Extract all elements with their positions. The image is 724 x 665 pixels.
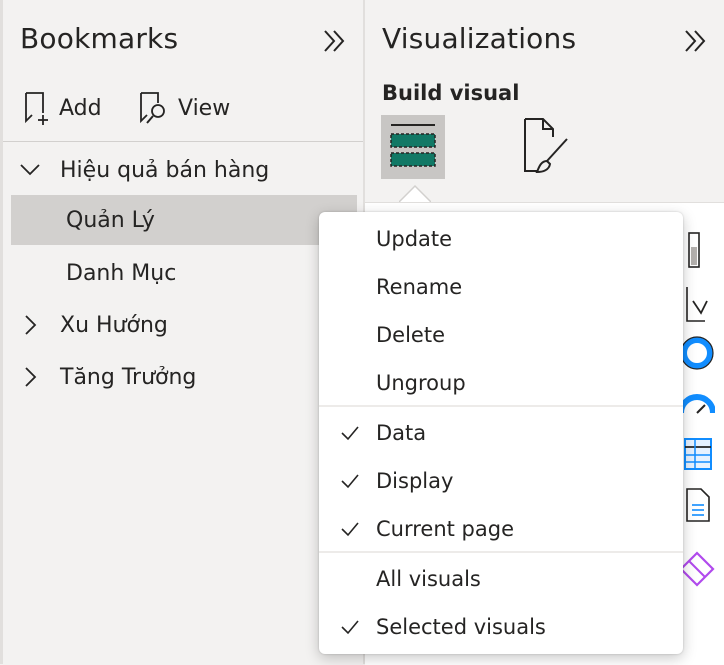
view-bookmark-icon: [140, 92, 165, 124]
bookmark-item-label: Quản Lý: [66, 207, 155, 233]
add-bookmark-icon: [25, 92, 48, 125]
visualizations-title: Visualizations: [382, 22, 577, 55]
menu-item-label: Update: [376, 227, 453, 251]
bookmarks-pane: Bookmarks Add View Hiệu quả bán hàng Quả…: [0, 0, 363, 664]
menu-item-update[interactable]: Update: [319, 216, 683, 262]
menu-item-label: Delete: [376, 323, 445, 347]
add-label: Add: [59, 95, 102, 121]
bookmark-group-tang-truong[interactable]: Tăng Trưởng: [11, 352, 357, 402]
bookmark-group-label: Tăng Trưởng: [60, 364, 197, 390]
menu-item-display[interactable]: Display: [319, 458, 683, 504]
bookmark-group-xu-huong[interactable]: Xu Hướng: [11, 300, 357, 350]
chevron-down-icon[interactable]: [19, 159, 41, 181]
chevron-right-icon[interactable]: [19, 314, 41, 336]
collapse-bookmarks-icon[interactable]: [319, 26, 349, 56]
menu-item-all-visuals[interactable]: All visuals: [319, 556, 683, 602]
bookmark-group-hieu-qua[interactable]: Hiệu quả bán hàng: [11, 145, 357, 195]
menu-item-label: Current page: [376, 517, 514, 541]
view-label: View: [178, 95, 231, 121]
bookmark-item-quan-ly[interactable]: Quản Lý: [11, 195, 357, 245]
toolbar-divider: [3, 141, 363, 142]
bookmark-group-label: Hiệu quả bán hàng: [60, 157, 270, 183]
bookmarks-title: Bookmarks: [20, 22, 179, 55]
collapse-visualizations-icon[interactable]: [680, 26, 710, 56]
menu-item-current-page[interactable]: Current page: [319, 506, 683, 552]
selected-tab-pointer: [399, 184, 431, 202]
menu-item-data[interactable]: Data: [319, 410, 683, 456]
menu-item-ungroup[interactable]: Ungroup: [319, 360, 683, 406]
add-bookmark-button[interactable]: Add: [23, 90, 102, 126]
menu-item-delete[interactable]: Delete: [319, 312, 683, 358]
checkmark-icon: [341, 426, 359, 441]
bookmark-item-label: Danh Mục: [66, 260, 177, 286]
menu-separator: [319, 551, 683, 553]
menu-item-label: All visuals: [376, 567, 481, 591]
menu-item-label: Data: [376, 421, 427, 445]
chevron-right-icon[interactable]: [19, 366, 41, 388]
format-paintbrush-icon: [524, 118, 568, 174]
menu-item-label: Ungroup: [376, 371, 466, 395]
fields-well-icon: [390, 124, 436, 167]
bookmark-context-menu: Update Rename Delete Ungroup Data Displa…: [319, 212, 683, 654]
menu-item-label: Rename: [376, 275, 463, 299]
checkmark-icon: [341, 620, 359, 635]
bookmark-item-danh-muc[interactable]: Danh Mục: [11, 248, 357, 298]
menu-item-label: Display: [376, 469, 454, 493]
checkmark-icon: [341, 474, 359, 489]
bookmark-group-label: Xu Hướng: [60, 312, 168, 338]
menu-item-rename[interactable]: Rename: [319, 264, 683, 310]
build-visual-label: Build visual: [382, 81, 520, 105]
menu-separator: [319, 405, 683, 407]
checkmark-icon: [341, 522, 359, 537]
view-bookmark-button[interactable]: View: [138, 90, 230, 126]
fields-tab[interactable]: [381, 115, 445, 179]
format-visual-tab[interactable]: [515, 115, 579, 179]
menu-item-label: Selected visuals: [376, 615, 546, 639]
menu-item-selected-visuals[interactable]: Selected visuals: [319, 604, 683, 650]
